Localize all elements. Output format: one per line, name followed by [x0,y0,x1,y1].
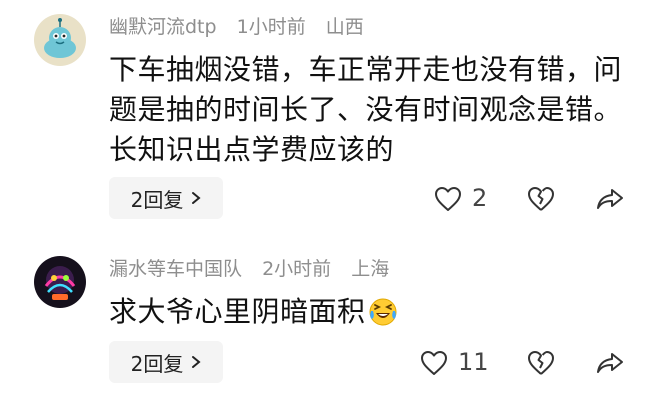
neon-photo-avatar-icon [34,256,86,308]
reply-button[interactable]: 2回复 [109,177,223,219]
cartoon-blob-avatar-icon [34,14,86,66]
comment-meta: 漏水等车中国队 2小时前 上海 [109,256,403,282]
location: 山西 [325,16,364,38]
like-heart-icon[interactable] [418,348,450,378]
location: 上海 [351,258,390,280]
like-heart-icon[interactable] [432,184,464,214]
reply-label: 2回复 [130,187,184,212]
chevron-right-icon [191,355,201,369]
timestamp: 2小时前 [262,258,332,280]
comment-text: 求大爷心里阴暗面积 [109,295,366,328]
reply-label: 2回复 [130,351,184,376]
avatar[interactable] [34,14,86,66]
like-count: 2 [472,184,488,212]
timestamp: 1小时前 [236,16,306,38]
laughing-crying-emoji-icon [368,297,398,338]
username[interactable]: 漏水等车中国队 [109,258,242,280]
dislike-broken-heart-icon[interactable] [526,184,556,214]
reply-button[interactable]: 2回复 [109,341,223,383]
comment-text: 下车抽烟没错，车正常开走也没有错，问题是抽的时间长了、没有时间观念是错。长知识出… [109,53,623,166]
avatar[interactable] [34,256,86,308]
comment-meta: 幽默河流dtp 1小时前 山西 [109,14,378,40]
chevron-right-icon [191,191,201,205]
dislike-broken-heart-icon[interactable] [526,348,556,378]
comment-item: 漏水等车中国队 2小时前 上海 求大爷心里阴暗面积 2回复 11 [0,230,660,416]
username[interactable]: 幽默河流dtp [109,16,217,38]
like-count: 11 [458,348,489,376]
share-arrow-icon[interactable] [594,184,626,214]
share-arrow-icon[interactable] [594,348,626,378]
comment-text-row: 求大爷心里阴暗面积 [109,292,629,338]
comment-item: 幽默河流dtp 1小时前 山西 下车抽烟没错，车正常开走也没有错，问题是抽的时间… [0,0,660,230]
